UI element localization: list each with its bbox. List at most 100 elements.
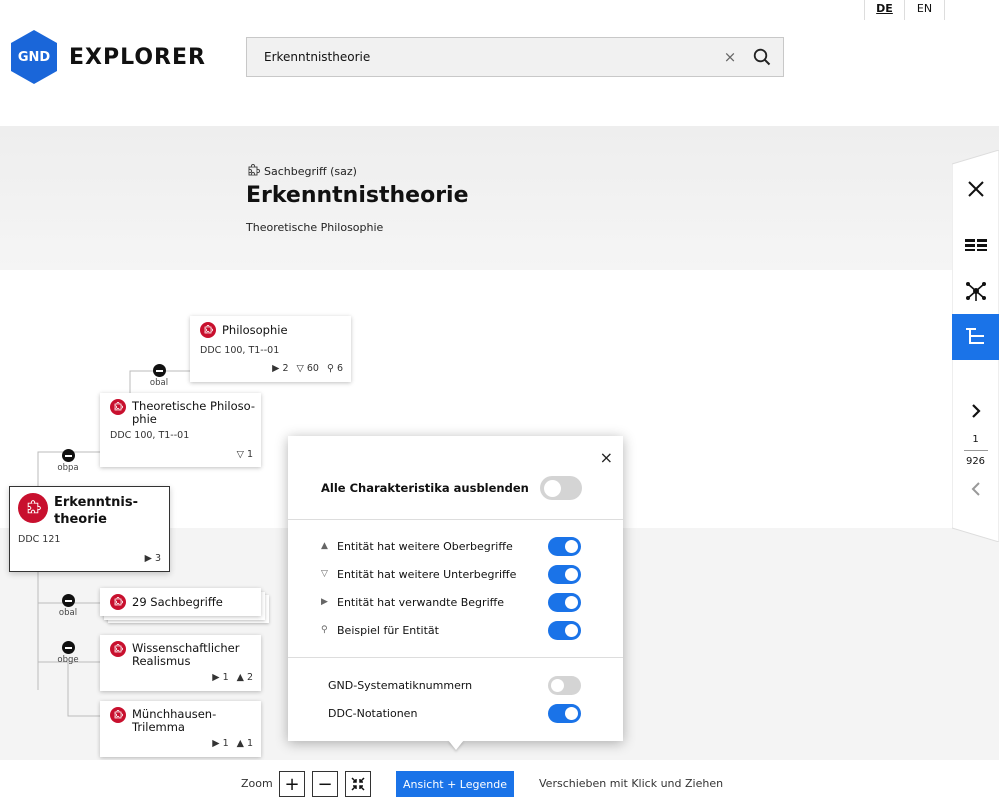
node-stats: ▶ 1 ▲ 2 (212, 672, 253, 683)
option-narrower: ▽ Entität hat weitere Unterbegriffe (321, 563, 583, 585)
language-de[interactable]: DE (865, 0, 905, 20)
example-toggle[interactable] (548, 621, 581, 640)
edge-toggle-obpa[interactable] (62, 449, 75, 462)
view-legend-button[interactable]: Ansicht + Legende (396, 771, 514, 797)
edge-label: obpa (57, 463, 79, 473)
node-ddc: DDC 100, T1--01 (110, 430, 190, 441)
search-bar: × (246, 37, 784, 77)
network-view-button[interactable] (952, 268, 999, 314)
subject-icon (110, 707, 126, 723)
node-stats: ▶ 2 ▽ 60 ⚲ 6 (272, 363, 343, 374)
subject-icon (110, 641, 126, 657)
search-input[interactable] (247, 38, 719, 76)
option-example: ⚲ Beispiel für Entität (321, 619, 583, 641)
pan-hint: Verschieben mit Klick und Ziehen (539, 777, 724, 790)
previous-result-button[interactable] (952, 466, 999, 512)
option-label: Entität hat verwandte Begriffe (337, 595, 504, 609)
language-switcher: DE EN (864, 0, 945, 20)
legend-popup: × Alle Charakteristika ausblenden ▲ Enti… (288, 436, 623, 741)
close-view-button[interactable] (952, 166, 999, 212)
subject-icon (200, 322, 216, 338)
result-divider (964, 450, 988, 451)
list-view-button[interactable] (952, 222, 999, 268)
example-marker-icon: ⚲ (321, 625, 328, 635)
close-icon (967, 181, 984, 197)
edge-toggle-obal-top[interactable] (153, 364, 166, 377)
broader-stat: ▲ 1 (236, 738, 253, 749)
clear-search-icon[interactable]: × (719, 48, 741, 66)
subject-icon (18, 493, 48, 523)
node-stats: ▶ 1 ▲ 1 (212, 738, 253, 749)
hide-all-label: Alle Charakteristika ausblenden (321, 481, 529, 495)
subject-icon (110, 594, 126, 610)
side-tool-rail: 1 926 (952, 150, 999, 542)
node-title: Theoretische Philoso- phie (132, 399, 256, 426)
node-title: Philosophie (222, 323, 288, 337)
search-icon[interactable] (741, 48, 783, 66)
collapse-arrows-icon (351, 777, 365, 791)
header: DE EN GND EXPLORER × (0, 0, 999, 126)
narrower-stat: ▽ 1 (236, 449, 253, 460)
tree-node-muenchhausen-trilemma[interactable]: Münchhausen- Trilemma ▶ 1 ▲ 1 (100, 701, 261, 757)
hide-all-toggle[interactable] (540, 476, 582, 500)
language-en[interactable]: EN (905, 0, 945, 20)
narrower-stat: ▽ 60 (296, 363, 319, 374)
svg-text:GND: GND (18, 50, 51, 65)
close-popup-icon[interactable]: × (600, 448, 613, 467)
node-ddc: DDC 121 (18, 534, 61, 545)
narrower-marker-icon: ▽ (321, 569, 328, 579)
tree-node-focus[interactable]: Erkenntnis- theorie DDC 121 ▶ 3 (9, 486, 170, 572)
next-result-button[interactable] (952, 388, 999, 434)
related-stat: ▶ 3 (144, 553, 161, 564)
tree-node-29-sachbegriffe[interactable]: 29 Sachbegriffe (100, 588, 261, 616)
node-title: 29 Sachbegriffe (132, 595, 223, 609)
chevron-left-icon (971, 482, 980, 496)
option-label: GND-Systematiknummern (328, 678, 473, 692)
option-broader: ▲ Entität hat weitere Oberbegriffe (321, 535, 583, 557)
tree-node-wissenschaftlicher-realismus[interactable]: Wissenschaftlicher Realismus ▶ 1 ▲ 2 (100, 635, 261, 691)
hierarchy-view-button[interactable] (952, 314, 999, 360)
option-label: Entität hat weitere Unterbegriffe (337, 567, 517, 581)
list-icon (964, 239, 987, 251)
option-label: Entität hat weitere Oberbegriffe (337, 539, 513, 553)
broader-toggle[interactable] (548, 537, 581, 556)
page-title: Erkenntnistheorie (246, 183, 469, 208)
related-marker-icon: ▶ (321, 597, 328, 607)
divider (288, 519, 623, 520)
logo-text: EXPLORER (69, 44, 206, 70)
edge-label: obal (58, 608, 78, 618)
broader-marker-icon: ▲ (321, 541, 328, 551)
narrower-toggle[interactable] (548, 565, 581, 584)
gnd-systematik-toggle[interactable] (548, 676, 581, 695)
subject-icon (110, 399, 126, 415)
entity-header-band (0, 126, 999, 270)
popup-pointer (448, 740, 464, 750)
zoom-in-button[interactable]: + (279, 771, 305, 797)
option-related: ▶ Entität hat verwandte Begriffe (321, 591, 583, 613)
puzzle-icon (248, 164, 260, 176)
tree-node-philosophie[interactable]: Philosophie DDC 100, T1--01 ▶ 2 ▽ 60 ⚲ 6 (190, 316, 351, 382)
hierarchy-icon (965, 328, 984, 344)
node-title: Erkenntnis- theorie (54, 495, 138, 527)
option-label: DDC-Notationen (328, 706, 418, 720)
fit-view-button[interactable] (345, 771, 371, 797)
related-toggle[interactable] (548, 593, 581, 612)
edge-label: obge (57, 655, 79, 665)
tree-node-theoretische-philosophie[interactable]: Theoretische Philoso- phie DDC 100, T1--… (100, 393, 261, 467)
entity-subtitle: Theoretische Philosophie (246, 221, 384, 234)
edge-toggle-obge[interactable] (62, 641, 75, 654)
chevron-right-icon (971, 404, 981, 418)
ddc-toggle[interactable] (548, 704, 581, 723)
option-label: Beispiel für Entität (337, 623, 439, 637)
zoom-out-button[interactable]: − (312, 771, 338, 797)
logo[interactable]: GND EXPLORER (9, 29, 206, 85)
node-stats: ▽ 1 (237, 449, 253, 460)
zoom-label: Zoom (241, 777, 273, 790)
edge-toggle-obal-bottom[interactable] (62, 594, 75, 607)
related-stat: ▶ 1 (212, 738, 229, 749)
node-stats: ▶ 3 (145, 553, 161, 564)
example-stat: ⚲ 6 (326, 363, 343, 374)
edge-label: obal (149, 378, 169, 388)
related-stat: ▶ 1 (212, 672, 229, 683)
entity-type: Sachbegriff (saz) (246, 164, 357, 178)
